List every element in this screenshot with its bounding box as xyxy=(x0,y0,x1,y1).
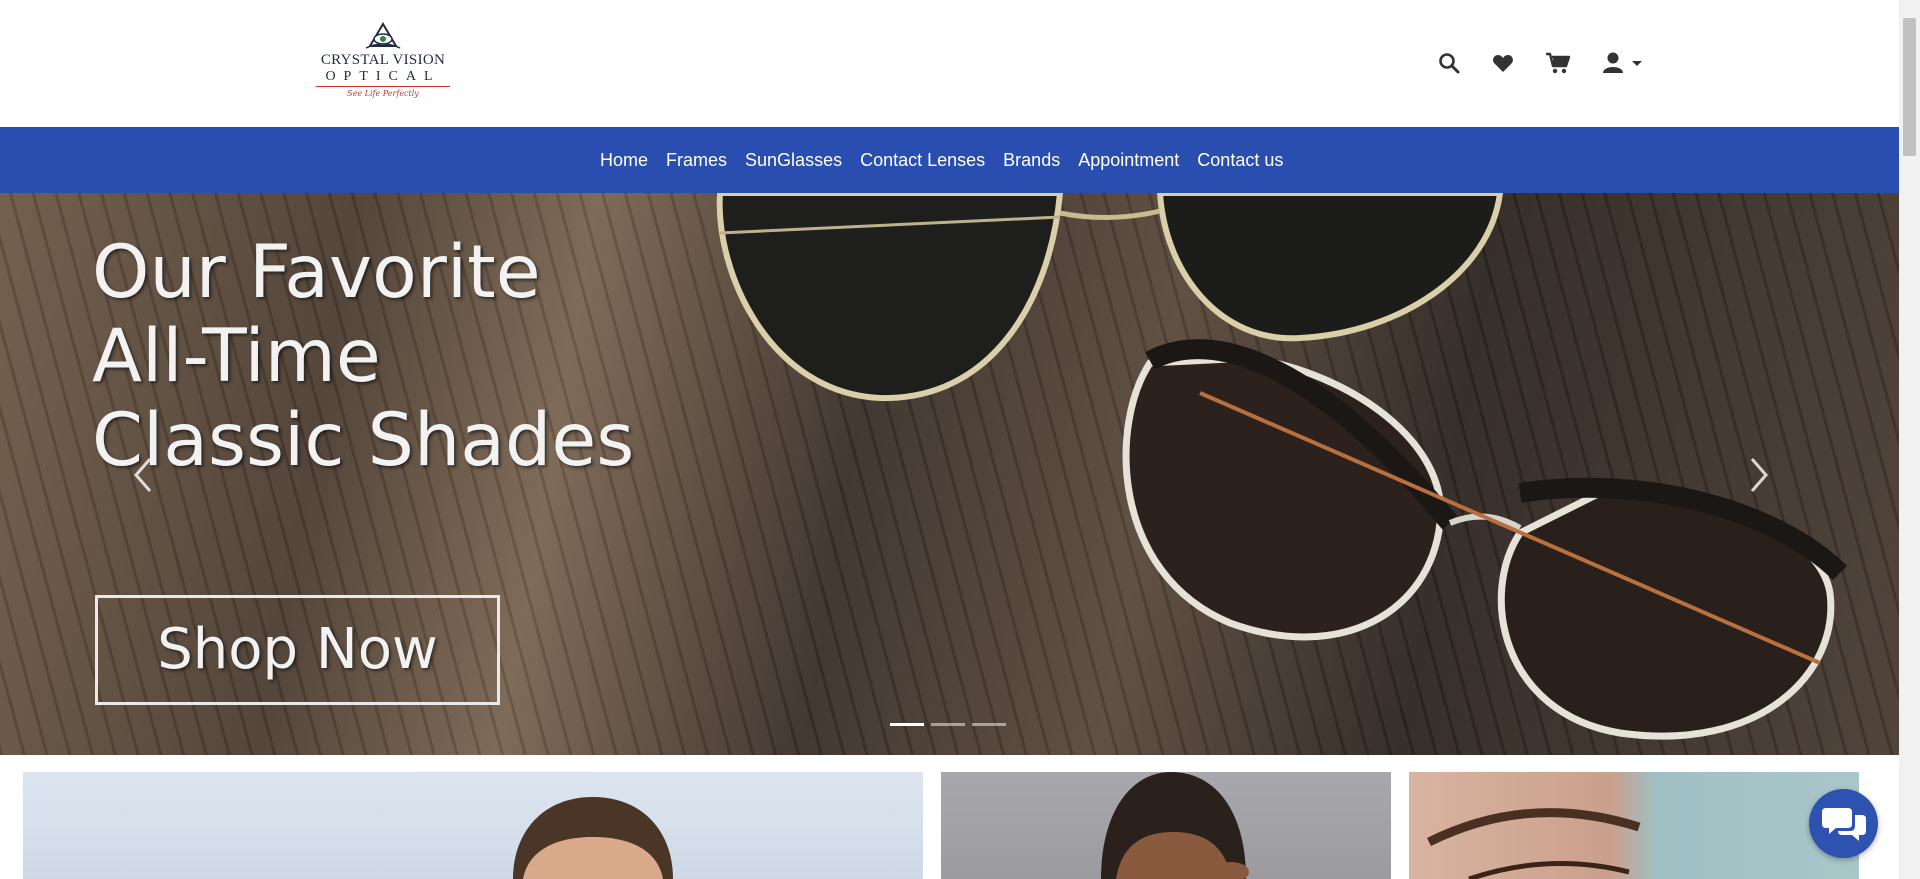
carousel-prev-button[interactable] xyxy=(128,453,158,497)
chevron-right-icon xyxy=(1750,458,1768,492)
carousel-indicator-3[interactable] xyxy=(972,723,1006,726)
scrollbar-thumb[interactable] xyxy=(1903,18,1916,156)
chevron-left-icon xyxy=(134,458,152,492)
nav-item-home[interactable]: Home xyxy=(600,150,648,171)
user-icon xyxy=(1603,52,1642,73)
main-nav: Home Frames SunGlasses Contact Lenses Br… xyxy=(0,127,1899,193)
logo-line-1: CRYSTAL VISION xyxy=(320,52,446,68)
chat-button[interactable] xyxy=(1809,789,1878,858)
carousel-indicator-1[interactable] xyxy=(890,723,924,726)
logo-line-2: OPTICAL xyxy=(325,69,441,84)
hero-headline-line-2: All-Time xyxy=(92,314,381,399)
search-icon[interactable] xyxy=(1437,51,1463,77)
promo-tile-women[interactable] xyxy=(1409,772,1859,879)
logo-divider xyxy=(316,86,450,87)
carousel-indicator-2[interactable] xyxy=(931,723,965,726)
hero-carousel: Our Favorite All-Time Classic Shades Sho… xyxy=(0,193,1899,755)
logo-tagline: See Life Perfectly xyxy=(347,89,419,98)
carousel-indicators xyxy=(890,723,1013,726)
hero-headline: Our Favorite All-Time Classic Shades xyxy=(92,231,634,483)
user-menu-toggle[interactable] xyxy=(1602,51,1646,77)
brand-logo[interactable]: CRYSTAL VISION OPTICAL See Life Perfectl… xyxy=(308,22,458,104)
woman-eye-image xyxy=(1426,808,1641,879)
hero-headline-line-3: Classic Shades xyxy=(92,398,635,483)
page-scrollbar[interactable] xyxy=(1899,0,1920,879)
chat-bubbles-icon xyxy=(1822,808,1866,841)
cart-icon[interactable] xyxy=(1545,51,1571,77)
nav-item-frames[interactable]: Frames xyxy=(666,150,727,171)
nav-list: Home Frames SunGlasses Contact Lenses Br… xyxy=(600,127,1301,193)
carousel-next-button[interactable] xyxy=(1744,453,1774,497)
nav-item-brands[interactable]: Brands xyxy=(1003,150,1060,171)
child-portrait-image xyxy=(1101,772,1249,879)
heart-icon[interactable] xyxy=(1491,51,1517,77)
nav-item-sunglasses[interactable]: SunGlasses xyxy=(745,150,842,171)
promo-tile-men[interactable] xyxy=(23,772,923,879)
shop-now-button[interactable]: Shop Now xyxy=(95,595,500,705)
promo-tile-kids[interactable] xyxy=(941,772,1391,879)
nav-item-contact-lenses[interactable]: Contact Lenses xyxy=(860,150,985,171)
man-portrait-image xyxy=(513,797,673,879)
hero-headline-line-1: Our Favorite xyxy=(92,230,541,315)
nav-item-appointment[interactable]: Appointment xyxy=(1078,150,1179,171)
nav-item-contact-us[interactable]: Contact us xyxy=(1197,150,1283,171)
eye-triangle-logo-mark xyxy=(365,22,401,49)
site-header: CRYSTAL VISION OPTICAL See Life Perfectl… xyxy=(0,0,1899,127)
